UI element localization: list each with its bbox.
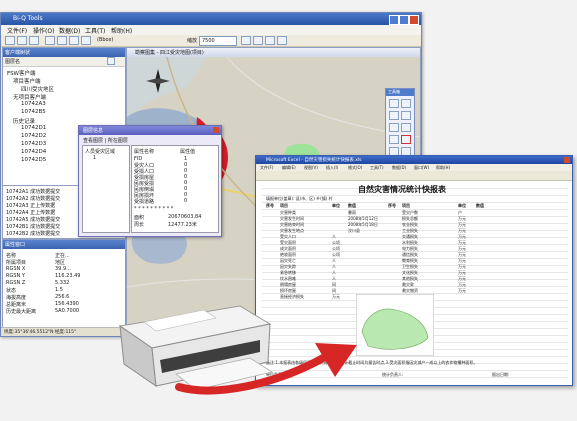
layer-tree-item[interactable]: 人员受灾区域: [85, 148, 115, 155]
menu-help[interactable]: 帮助(H): [111, 26, 132, 35]
log-line: 10742B2 成功数据提交: [6, 231, 61, 237]
map-pan-icon[interactable]: [389, 111, 399, 120]
map-measure-icon[interactable]: [401, 123, 411, 132]
tree-item[interactable]: 历史记录: [13, 117, 35, 125]
map-tools-title: 工具箱: [386, 89, 414, 96]
pan-icon[interactable]: [69, 36, 79, 45]
gis-menu-bar: 文件(F) 操作(O) 数据(D) 工具(T) 帮助(H): [1, 25, 421, 35]
popup-title-bar: 图层信息: [79, 126, 221, 135]
popup-attribute-table: 属性名称 属性值 FID 1 受灾人口 0 受损人口 0 受损房屋 0 民房受损 0 民房…: [131, 145, 219, 233]
open-icon[interactable]: [17, 36, 27, 45]
menu-tools[interactable]: 工具(T): [85, 26, 105, 35]
tree-item[interactable]: 10742D5: [21, 157, 46, 163]
zoom-out-icon[interactable]: [57, 36, 67, 45]
maximize-button[interactable]: [399, 15, 409, 25]
tree-item[interactable]: 四川受灾地区: [21, 85, 54, 93]
arrow-icon: [175, 343, 357, 395]
popup-close-icon[interactable]: [213, 127, 219, 133]
refresh-icon[interactable]: [241, 36, 251, 45]
tree-item[interactable]: 10742D4: [21, 149, 46, 155]
new-icon[interactable]: [5, 36, 15, 45]
map-identify-icon[interactable]: [389, 123, 399, 132]
app-title: Bi-Q Tools: [13, 15, 43, 22]
spreadsheet-close-button[interactable]: [564, 157, 570, 163]
spreadsheet-menu: 文件(F) 编辑(E) 视图(V) 插入(I) 格式(O) 工具(T) 数据(D…: [256, 164, 572, 171]
close-button[interactable]: [409, 15, 419, 25]
map-zoom-out-icon[interactable]: [401, 99, 411, 108]
gis-title-bar: Bi-Q Tools: [1, 13, 421, 25]
scale-text: (Bbox): [97, 37, 114, 43]
tree-item[interactable]: 10742D2: [21, 133, 46, 139]
menu-file[interactable]: 文件(F): [7, 26, 27, 35]
print-icon[interactable]: [277, 36, 287, 45]
popup-stars: * * * * * * * * * *: [134, 206, 174, 212]
gis-toolbar: (Bbox) 缩放 7500: [1, 35, 421, 47]
measure-icon[interactable]: [265, 36, 275, 45]
map-zoom-in-icon[interactable]: [389, 99, 399, 108]
tree-item[interactable]: 项目客户端: [13, 77, 41, 85]
zoom-input[interactable]: 7500: [199, 36, 237, 46]
tree-panel-toolbar: 图层名: [3, 57, 125, 67]
map-pointer-icon[interactable]: [401, 135, 411, 144]
window-controls: [389, 15, 419, 25]
tree-item[interactable]: 10742D1: [21, 125, 46, 131]
sheet-cell-value[interactable]: 汶川县: [348, 228, 360, 234]
layer-info-popup: 图层信息 查看图层 | 所在图层 人员受灾区域 1 属性名称 属性值 FID 1 …: [78, 125, 222, 237]
tree-item[interactable]: FSW客户端: [7, 69, 36, 77]
map-select-icon[interactable]: [389, 135, 399, 144]
map-fullextent-icon[interactable]: [401, 111, 411, 120]
tree-item[interactable]: 10742B5: [21, 109, 46, 115]
tree-close-icon[interactable]: [107, 57, 115, 65]
sheet-cell-item[interactable]: 直接经济损失: [280, 294, 304, 300]
sheet-cell-unit[interactable]: 万元: [458, 288, 466, 294]
minimize-button[interactable]: [389, 15, 399, 25]
log-line: 10742A1 成功数据提交: [6, 189, 61, 195]
info-icon[interactable]: [253, 36, 263, 45]
popup-header: 查看图层 | 所在图层: [83, 138, 128, 144]
layer-tree-subitem[interactable]: 1: [93, 155, 96, 161]
zoom-label: 缩放: [187, 38, 198, 44]
tree-item[interactable]: 10742A3: [21, 101, 46, 107]
tree-item[interactable]: 无项目客户端: [13, 93, 46, 101]
sheet-title: 自然灾害情况统计快报表: [358, 185, 446, 194]
tree-panel-title: 客户端树状: [3, 48, 125, 57]
save-icon[interactable]: [29, 36, 39, 45]
zoom-in-icon[interactable]: [45, 36, 55, 45]
sheet-cell-unit[interactable]: 万元: [332, 294, 340, 300]
sheet-date: 报出日期:: [492, 372, 510, 377]
sheet-contact: 统计负责人:: [382, 372, 404, 377]
tree-item[interactable]: 10742D3: [21, 141, 46, 147]
sheet-meta: 填报单位(盖章): 县(市、区) 乡(镇) 村: [266, 196, 333, 201]
log-line: 10742A3 正上传数据: [6, 203, 56, 209]
compass-icon: [146, 69, 170, 93]
select-icon[interactable]: [81, 36, 91, 45]
menu-operate[interactable]: 操作(O): [33, 26, 54, 35]
log-line: 10742B1 成功数据提交: [6, 224, 61, 230]
spreadsheet-title-bar: Microsoft Excel - 自然灾害损失统计快报表.xls: [256, 156, 572, 164]
sheet-map-figure: [356, 294, 434, 356]
log-line: 10742A2 成功数据提交: [6, 196, 61, 202]
popup-layer-list: 人员受灾区域 1: [82, 145, 130, 233]
log-line: 10742A5 成功数据提交: [6, 217, 61, 223]
properties-title: 属性窗口: [3, 240, 125, 249]
log-line: 10742A4 正上传数据: [6, 210, 56, 216]
spreadsheet-toolbar: [256, 171, 572, 181]
menu-data[interactable]: 数据(D): [59, 26, 80, 35]
